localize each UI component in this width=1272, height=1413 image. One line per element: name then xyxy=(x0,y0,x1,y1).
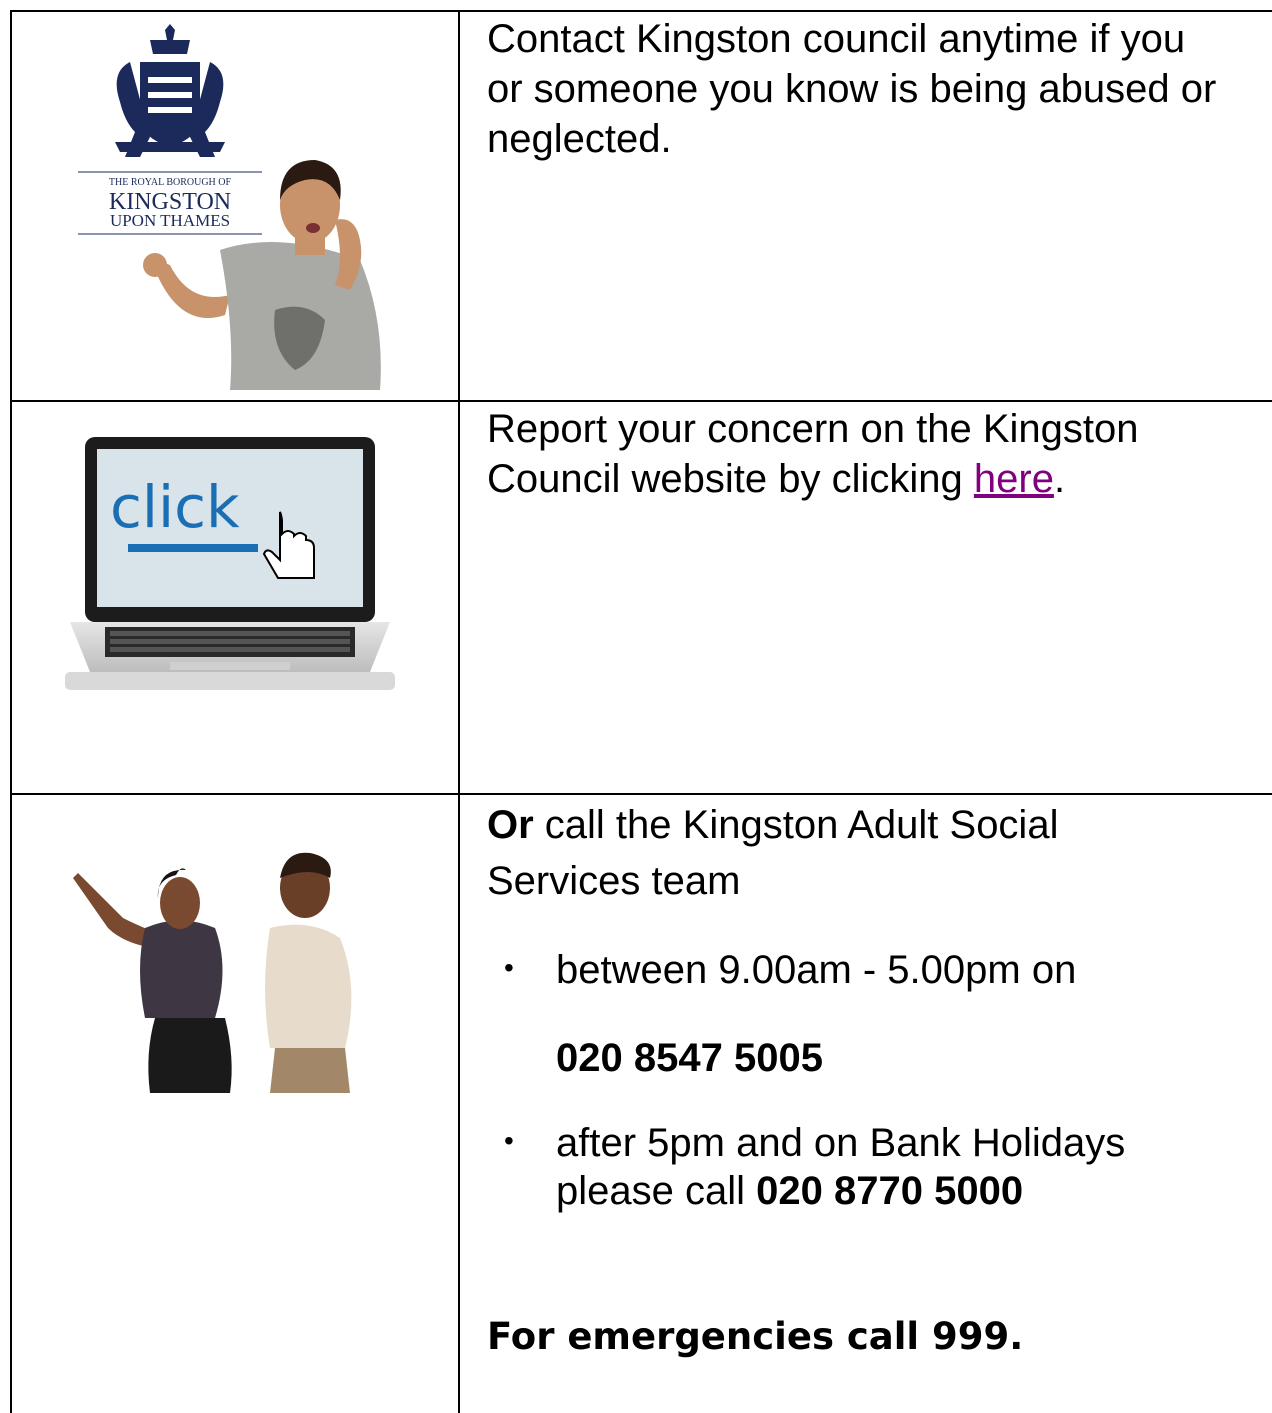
row1-text: Contact Kingston council anytime if you … xyxy=(487,14,1272,164)
table-border-left xyxy=(10,10,12,1413)
row3-intro-line2: Services team xyxy=(487,859,741,903)
table-row-divider-2 xyxy=(10,793,1272,795)
table-row-divider-1 xyxy=(10,400,1272,402)
table-column-divider xyxy=(458,10,460,1413)
bullet-marker-1: • xyxy=(504,952,514,983)
phone-number-1: 020 8547 5005 xyxy=(556,1036,823,1080)
table-border-top xyxy=(10,10,1272,12)
row1-line3: neglected. xyxy=(487,117,672,161)
row2-line1: Report your concern on the Kingston xyxy=(487,407,1139,451)
woman-on-phone-image xyxy=(143,160,381,390)
screen-click-word: click xyxy=(110,473,240,541)
two-people-talking-image xyxy=(73,852,352,1093)
bullet2-line2: please call 020 8770 5000 xyxy=(556,1169,1024,1213)
row3-intro-line1: Or call the Kingston Adult Social xyxy=(487,803,1059,847)
row1-line2: or someone you know is being abused or xyxy=(487,67,1217,111)
emergency-text: For emergencies call 999. xyxy=(487,1315,1024,1358)
row1-line1: Contact Kingston council anytime if you xyxy=(487,17,1186,61)
row3-intro: Or call the Kingston Adult Social Servic… xyxy=(487,797,1272,909)
bullet2-line1: after 5pm and on Bank Holidays xyxy=(556,1121,1126,1165)
row2-line2: Council website by clicking here. xyxy=(487,457,1066,501)
bullet2-text: after 5pm and on Bank Holidays please ca… xyxy=(556,1119,1272,1215)
row2-text: Report your concern on the Kingston Coun… xyxy=(487,404,1272,504)
bullet1-text: between 9.00am - 5.00pm on xyxy=(556,948,1077,992)
here-link[interactable]: here xyxy=(974,457,1054,501)
laptop-click-image: click xyxy=(65,437,395,690)
bullet-marker-2: • xyxy=(504,1125,514,1156)
